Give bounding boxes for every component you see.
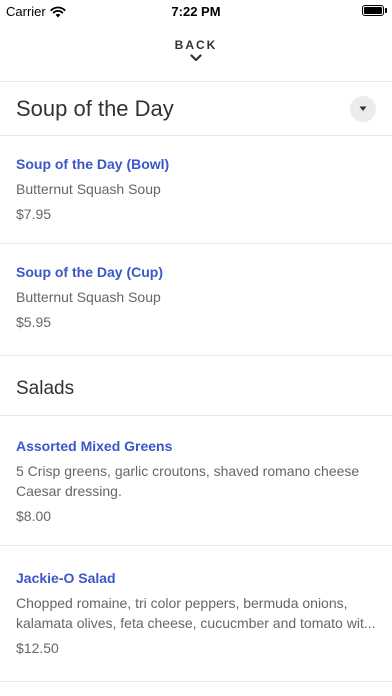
item-price: $12.50	[16, 640, 59, 656]
item-description-line: Caesar dressing.	[16, 483, 122, 499]
item-description-line: kalamata olives, feta cheese, cucucmber …	[16, 615, 376, 631]
section-header-salads: Salads	[0, 356, 392, 416]
back-label: BACK	[174, 38, 218, 52]
menu-content: Soup of the Day Soup of the Day (Bowl) B…	[0, 82, 392, 682]
item-name: Jackie-O Salad	[16, 570, 116, 586]
item-description: Butternut Squash Soup	[16, 181, 161, 197]
item-description: Butternut Squash Soup	[16, 289, 161, 305]
item-price: $7.95	[16, 206, 52, 222]
menu-item[interactable]: Jackie-O Salad Chopped romaine, tri colo…	[0, 546, 392, 682]
caret-down-icon	[359, 106, 367, 111]
battery-icon	[362, 5, 384, 16]
section-dropdown-button[interactable]	[350, 96, 376, 122]
back-button[interactable]: BACK	[0, 22, 392, 82]
menu-item[interactable]: Soup of the Day (Cup) Butternut Squash S…	[0, 244, 392, 356]
item-name: Soup of the Day (Cup)	[16, 264, 163, 280]
status-time: 7:22 PM	[171, 4, 221, 19]
section-title: Salads	[16, 378, 75, 399]
menu-item[interactable]: Soup of the Day (Bowl) Butternut Squash …	[0, 136, 392, 244]
menu-item[interactable]: Assorted Mixed Greens 5 Crisp greens, ga…	[0, 416, 392, 546]
item-description-line: 5 Crisp greens, garlic croutons, shaved …	[16, 463, 360, 479]
item-description-line: Chopped romaine, tri color peppers, berm…	[16, 595, 348, 611]
battery-nub	[385, 8, 387, 13]
item-name: Soup of the Day (Bowl)	[16, 156, 170, 172]
item-price: $8.00	[16, 508, 52, 524]
battery-fill	[364, 7, 382, 14]
item-price: $5.95	[16, 314, 52, 330]
item-name: Assorted Mixed Greens	[16, 438, 173, 454]
chevron-down-icon	[190, 54, 202, 62]
item-description: Chopped romaine, tri color peppers, berm…	[16, 593, 376, 633]
section-header-soup: Soup of the Day	[0, 82, 392, 136]
status-bar: Carrier 7:22 PM	[0, 0, 392, 22]
section-title: Soup of the Day	[16, 96, 174, 121]
item-description: 5 Crisp greens, garlic croutons, shaved …	[16, 461, 376, 501]
